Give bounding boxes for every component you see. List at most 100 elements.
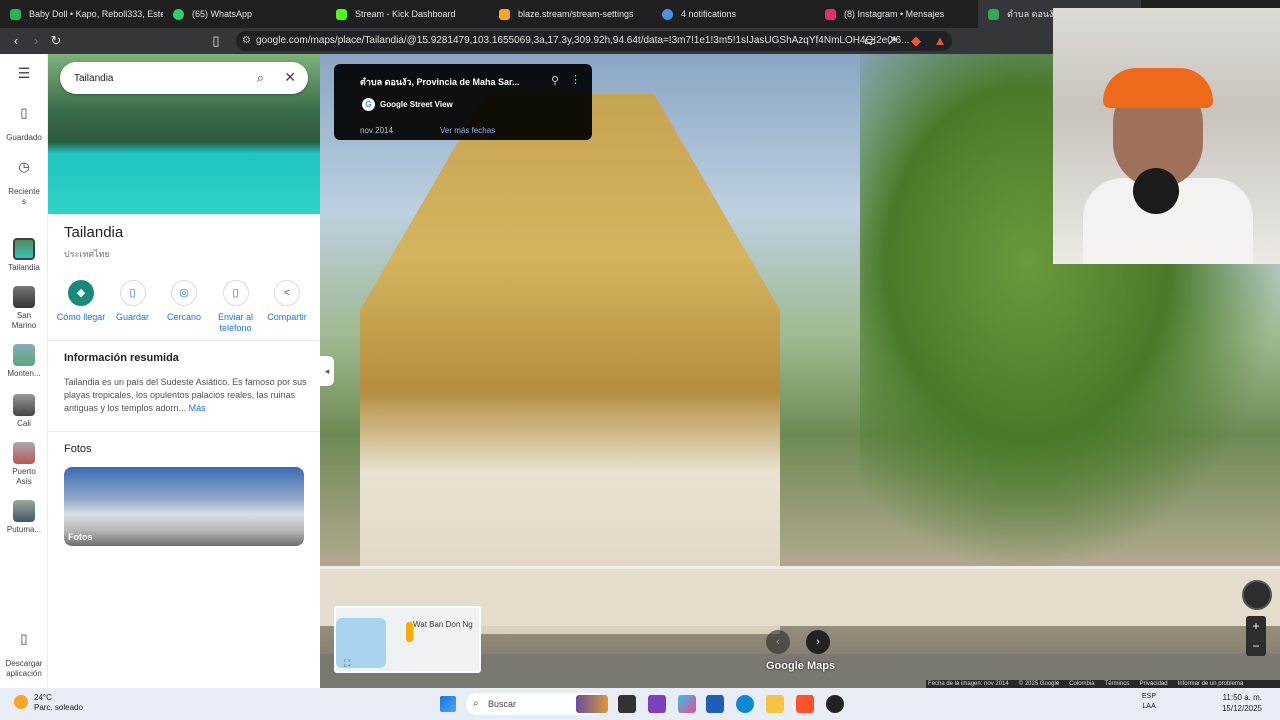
temple-scenery bbox=[360, 94, 780, 634]
place-subtitle: ประเทศไทย bbox=[64, 249, 110, 259]
url-field[interactable]: ⚙ google.com/maps/place/Tailandia/@15.92… bbox=[236, 31, 952, 51]
nearby-icon: ◎ bbox=[171, 280, 197, 306]
close-icon[interactable]: ✕ bbox=[284, 69, 296, 86]
prev-arrow-icon[interactable]: ‹ bbox=[766, 630, 790, 654]
language-indicator[interactable]: ESP LAA bbox=[1142, 692, 1156, 712]
brave-rewards-icon[interactable]: ▲ bbox=[932, 33, 948, 49]
rail-recent-montenegro[interactable]: Monten... bbox=[0, 344, 48, 379]
windows-start-icon[interactable] bbox=[440, 696, 456, 712]
back-icon[interactable]: ‹ bbox=[8, 33, 24, 49]
save-button[interactable]: ▯ Guardar bbox=[108, 280, 158, 334]
minimap[interactable]: Wat Ban Don Ng ⛶ bbox=[334, 606, 481, 673]
directions-button[interactable]: ◆ Cómo llegar bbox=[56, 280, 106, 334]
zoom-control: + − bbox=[1246, 616, 1266, 656]
divider bbox=[48, 340, 320, 341]
rail-recent-puerto-asis[interactable]: Puerto Asís bbox=[0, 442, 48, 487]
edge-icon[interactable] bbox=[736, 695, 754, 713]
forward-icon[interactable]: › bbox=[28, 33, 44, 49]
rail-recent-tailandia[interactable]: Tailandia bbox=[0, 238, 48, 273]
history-icon: ◷ bbox=[18, 159, 30, 174]
snipping-icon[interactable] bbox=[648, 695, 666, 713]
thumb-tailandia bbox=[13, 238, 35, 260]
street-view-navigation: ‹ › bbox=[766, 630, 836, 654]
browser-tab[interactable]: 4 notifications bbox=[652, 0, 815, 28]
thumb-putumayo bbox=[13, 500, 35, 522]
search-input[interactable]: Tailandia ⌕ ✕ bbox=[60, 62, 308, 94]
notifications-icon bbox=[662, 8, 673, 20]
summary-text: Tailandia es un país del Sudeste Asiátic… bbox=[64, 377, 307, 413]
place-actions: ◆ Cómo llegar ▯ Guardar ◎ Cercano ▯ Enviar a… bbox=[56, 280, 312, 334]
thumb-cali bbox=[13, 394, 35, 416]
bookmark-icon[interactable]: ▯ bbox=[208, 33, 224, 49]
photos-label: Fotos bbox=[68, 532, 93, 542]
obs-icon[interactable] bbox=[826, 695, 844, 713]
thumb-puerto-asis bbox=[13, 442, 35, 464]
copilot-icon[interactable] bbox=[678, 695, 696, 713]
region-link[interactable]: Colombia bbox=[1069, 680, 1094, 688]
maps-side-panel: ☰ ▯ Guardado ◷ Reciente s Tailandia San Ma… bbox=[0, 54, 320, 688]
microphone-icon bbox=[1133, 168, 1179, 214]
more-dates-link[interactable]: Ver más fechas bbox=[440, 126, 495, 135]
compass-icon[interactable] bbox=[1242, 580, 1272, 610]
send-to-phone-button[interactable]: ▯ Enviar al teléfono bbox=[211, 280, 261, 334]
rail-download-app[interactable]: ▯ Descargar aplicación bbox=[0, 631, 48, 679]
cast-icon[interactable]: ▭ bbox=[862, 33, 878, 49]
reload-icon[interactable]: ↻ bbox=[48, 33, 64, 49]
report-problem-link[interactable]: Informar de un problema bbox=[1178, 680, 1244, 688]
place-title: Tailandia bbox=[64, 224, 124, 241]
bookmark-icon: ▯ bbox=[119, 280, 146, 306]
browser-tab[interactable]: Baby Doll • Kapo, Reboll333, Este bbox=[0, 0, 163, 28]
browser-tab[interactable]: Stream - Kick Dashboard bbox=[326, 0, 489, 28]
instagram-icon bbox=[825, 8, 836, 20]
whatsapp-icon bbox=[173, 8, 184, 20]
more-link[interactable]: Más bbox=[189, 403, 206, 413]
browser-tab[interactable]: (8) Instagram • Mensajes bbox=[815, 0, 978, 28]
zoom-out-icon[interactable]: − bbox=[1246, 636, 1266, 656]
zoom-in-icon[interactable]: + bbox=[1246, 616, 1266, 636]
share-button[interactable]: < Compartir bbox=[262, 280, 312, 334]
store-icon[interactable] bbox=[706, 695, 724, 713]
rail-saved[interactable]: ▯ Guardado bbox=[0, 106, 48, 143]
webcam-person bbox=[1103, 68, 1213, 108]
location-title: ตำบล ดอนงัว, Provincia de Maha Sar... bbox=[360, 77, 520, 87]
google-icon: G bbox=[362, 98, 375, 111]
rail-recent[interactable]: ◷ Reciente s bbox=[0, 159, 48, 207]
privacy-link[interactable]: Privacidad bbox=[1140, 680, 1168, 688]
maps-icon bbox=[988, 8, 999, 20]
maps-rail: ☰ ▯ Guardado ◷ Reciente s Tailandia San Ma… bbox=[0, 54, 48, 688]
sun-icon bbox=[14, 695, 28, 709]
next-arrow-icon[interactable]: › bbox=[806, 630, 830, 654]
collapse-panel-button[interactable]: ◂ bbox=[320, 356, 334, 386]
more-options-icon[interactable]: ⋮ bbox=[570, 73, 581, 86]
blaze-icon bbox=[499, 8, 510, 20]
terms-link[interactable]: Términos bbox=[1105, 680, 1130, 688]
menu-icon[interactable]: ☰ bbox=[0, 66, 48, 81]
clock[interactable]: 11:50 a. m. 15/12/2025 bbox=[1222, 692, 1262, 714]
summary-title: Información resumida bbox=[64, 352, 179, 364]
send-to-phone-icon: ▯ bbox=[222, 280, 249, 306]
expand-icon[interactable]: ⛶ bbox=[344, 658, 350, 669]
photos-thumbnail[interactable]: Fotos bbox=[64, 467, 304, 546]
thumb-san-marino bbox=[13, 286, 35, 308]
thumb-montenegro bbox=[13, 344, 35, 366]
brave-icon[interactable] bbox=[796, 695, 814, 713]
browser-tab[interactable]: (65) WhatsApp bbox=[163, 0, 326, 28]
pegman-icon[interactable] bbox=[406, 622, 413, 642]
nearby-button[interactable]: ◎ Cercano bbox=[159, 280, 209, 334]
game-icon[interactable] bbox=[576, 695, 608, 713]
browser-tab[interactable]: blaze.stream/stream-settings bbox=[489, 0, 652, 28]
webcam-overlay bbox=[1053, 8, 1280, 264]
minimap-place-label: Wat Ban Don Ng bbox=[413, 620, 473, 629]
rail-recent-cali[interactable]: Cali bbox=[0, 394, 48, 429]
terminal-icon[interactable] bbox=[618, 695, 636, 713]
brave-shield-icon[interactable]: ◆ bbox=[908, 33, 924, 49]
rail-recent-san-marino[interactable]: San Marino bbox=[0, 286, 48, 331]
site-info-icon: ⚙ bbox=[242, 35, 251, 46]
search-icon: ⌕ bbox=[473, 698, 479, 709]
rail-recent-putumayo[interactable]: Putuma... bbox=[0, 500, 48, 535]
file-explorer-icon[interactable] bbox=[766, 695, 784, 713]
share-icon[interactable]: ↗ bbox=[884, 33, 900, 49]
phone-icon: ▯ bbox=[20, 631, 28, 646]
search-icon[interactable]: ⌕ bbox=[257, 70, 264, 86]
pin-icon[interactable]: ⚲ bbox=[551, 74, 559, 87]
